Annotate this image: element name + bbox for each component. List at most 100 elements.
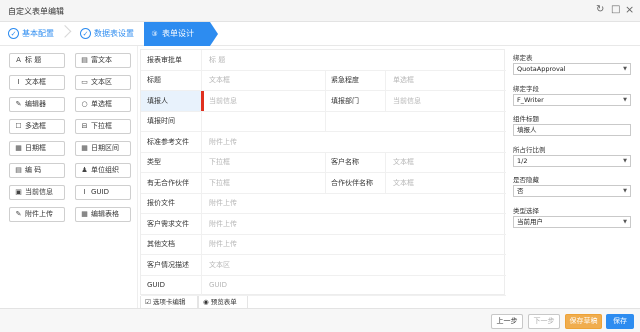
code-icon: ▤ bbox=[15, 166, 22, 174]
step-basic-config[interactable]: ✓ 基本配置 bbox=[8, 22, 68, 46]
form-canvas: 报表审批单标 题标题 文本框 紧急程度 单选框 填报人 当前信息 填报部门 当前信息 填报时间标… bbox=[140, 49, 506, 296]
next-step-button[interactable]: 下一步 bbox=[528, 314, 560, 329]
field-label: 类型 bbox=[147, 158, 161, 167]
property-value: 否 bbox=[517, 187, 524, 195]
dialog-footer: 上一步 下一步 保存草稿 保存 bbox=[0, 308, 640, 332]
chevron-down-icon: ▼ bbox=[623, 96, 627, 103]
toolbox-item[interactable]: ○ 单选框 bbox=[75, 97, 131, 112]
property-label: 类型选择 bbox=[513, 206, 539, 215]
toolbox-item-label: 日期区间 bbox=[91, 144, 119, 152]
step-form-design[interactable]: ③ 表单设计 bbox=[144, 22, 218, 46]
step-number: ③ bbox=[151, 30, 158, 38]
org-icon: ♟ bbox=[81, 166, 88, 174]
toolbox-item[interactable]: ✎ 编辑器 bbox=[9, 97, 65, 112]
window-titlebar: 自定义表单编辑 ↻ □ × bbox=[0, 0, 640, 22]
field-placeholder: 文本框 bbox=[393, 178, 414, 187]
field-placeholder: 当前信息 bbox=[393, 96, 421, 105]
field-placeholder: 下拉框 bbox=[209, 158, 230, 167]
toolbox-item[interactable]: ▦ 日期框 bbox=[9, 141, 65, 156]
field-placeholder: 文本框 bbox=[393, 158, 414, 167]
step-label: 数据表设置 bbox=[94, 29, 134, 38]
toolbox-item[interactable]: ⊟ 下拉框 bbox=[75, 119, 131, 134]
checkbox-icon: ☑ bbox=[145, 298, 151, 306]
form-row[interactable]: 其他文档 附件上传 bbox=[141, 234, 506, 255]
checkbox-icon: ☐ bbox=[15, 122, 22, 130]
property-value: 填报人 bbox=[517, 126, 537, 134]
toolbox-item[interactable]: ♟ 单位组织 bbox=[75, 163, 131, 178]
editor-icon: ✎ bbox=[15, 100, 22, 108]
field-label: GUID bbox=[147, 281, 166, 290]
component-title-input[interactable]: 填报人 bbox=[513, 124, 631, 136]
check-icon: ✓ bbox=[8, 28, 19, 39]
form-row[interactable]: 填报人 当前信息 填报部门 当前信息 bbox=[141, 91, 506, 112]
toolbox-item-label: GUID bbox=[91, 188, 110, 196]
toolbox-item[interactable]: ▣ 当前信息 bbox=[9, 185, 65, 200]
maximize-icon[interactable]: □ bbox=[611, 5, 620, 15]
property-label: 绑定字段 bbox=[513, 84, 539, 93]
toolbox-item-label: 单选框 bbox=[91, 100, 112, 108]
chevron-down-icon: ▼ bbox=[623, 157, 627, 164]
toolbox-item[interactable]: ▭ 文本区 bbox=[75, 75, 131, 90]
chevron-down-icon: ▼ bbox=[623, 188, 627, 194]
close-icon[interactable]: × bbox=[625, 4, 634, 15]
toolbox-item[interactable]: I GUID bbox=[75, 185, 131, 200]
form-row[interactable]: 客户情况描述 文本区 bbox=[141, 255, 506, 276]
toolbox-item-label: 下拉框 bbox=[91, 122, 112, 130]
form-row[interactable]: 标题 文本框 紧急程度 单选框 bbox=[141, 70, 506, 91]
toolbox-item[interactable]: A标 题 bbox=[9, 53, 65, 68]
save-button[interactable]: 保存 bbox=[606, 314, 634, 329]
refresh-icon[interactable]: ↻ bbox=[596, 5, 604, 15]
field-label: 填报时间 bbox=[147, 117, 175, 126]
form-row[interactable]: GUID GUID bbox=[141, 275, 506, 296]
bind-field-select[interactable]: F_Writer ▼ bbox=[513, 93, 631, 106]
property-label: 绑定表 bbox=[513, 54, 533, 62]
type-select[interactable]: 当前用户 ▼ bbox=[513, 215, 631, 228]
row-ratio-select[interactable]: 1/2 ▼ bbox=[513, 154, 631, 167]
form-row[interactable]: 填报时间 bbox=[141, 111, 506, 132]
prev-step-button[interactable]: 上一步 bbox=[491, 314, 523, 329]
field-label: 填报人 bbox=[141, 91, 201, 111]
step-table-settings[interactable]: ✓ 数据表设置 bbox=[80, 22, 144, 46]
form-row[interactable]: 有无合作伙伴 下拉框 合作伙伴名称 文本框 bbox=[141, 173, 506, 194]
toolbox-item-label: 当前信息 bbox=[25, 188, 53, 196]
date-icon: ▦ bbox=[15, 144, 22, 152]
rich-text-icon: ▤ bbox=[81, 56, 88, 64]
toolbox-item-label: 标 题 bbox=[25, 56, 42, 64]
field-label: 客户名称 bbox=[331, 158, 359, 167]
field-placeholder: GUID bbox=[209, 281, 228, 290]
current-info-icon: ▣ bbox=[15, 188, 22, 196]
field-label: 报价文件 bbox=[147, 199, 175, 208]
toolbox-item[interactable]: ☐ 多选框 bbox=[9, 119, 65, 134]
form-row[interactable]: 客户需求文件 附件上传 bbox=[141, 214, 506, 235]
toolbox-item[interactable]: ▦ 编辑表格 bbox=[75, 207, 131, 222]
property-label: 是否隐藏 bbox=[513, 176, 539, 184]
field-placeholder: 标 题 bbox=[209, 55, 226, 64]
form-row[interactable]: 报价文件 附件上传 bbox=[141, 193, 506, 214]
property-value: F_Writer bbox=[517, 95, 544, 104]
date-range-icon: ▦ bbox=[81, 144, 88, 152]
hidden-select[interactable]: 否 ▼ bbox=[513, 185, 631, 197]
field-label: 紧急程度 bbox=[331, 76, 359, 85]
tab-label: 选项卡编辑 bbox=[152, 298, 186, 306]
field-placeholder: 文本框 bbox=[209, 76, 230, 85]
form-row[interactable]: 类型 下拉框 客户名称 文本框 bbox=[141, 152, 506, 173]
toolbox-item[interactable]: ▤ 编 码 bbox=[9, 163, 65, 178]
toolbox-item[interactable]: I 文本框 bbox=[9, 75, 65, 90]
radio-icon: ○ bbox=[81, 100, 88, 108]
step-label: 基本配置 bbox=[22, 29, 54, 38]
property-label: 组件标题 bbox=[513, 115, 539, 123]
toolbox-item-label: 富文本 bbox=[91, 56, 112, 64]
window-title: 自定义表单编辑 bbox=[8, 7, 64, 16]
field-label: 报表审批单 bbox=[147, 55, 182, 64]
toolbox-item[interactable]: ▤ 富文本 bbox=[75, 53, 131, 68]
properties-panel: 绑定表 QuotaApproval ▼ 绑定字段 F_Writer ▼ 组件标题 填报人 所占行… bbox=[510, 46, 636, 308]
toolbox-item[interactable]: ▦ 日期区间 bbox=[75, 141, 131, 156]
save-draft-button[interactable]: 保存草稿 bbox=[565, 314, 602, 329]
bind-table-select[interactable]: QuotaApproval ▼ bbox=[513, 63, 631, 75]
field-placeholder: 单选框 bbox=[393, 76, 414, 85]
form-row[interactable]: 标准参考文件 附件上传 bbox=[141, 132, 506, 153]
form-row[interactable]: 报表审批单 标 题 bbox=[141, 50, 506, 71]
field-label: 标准参考文件 bbox=[147, 137, 189, 146]
field-placeholder bbox=[203, 112, 323, 132]
toolbox-item[interactable]: ✎ 附件上传 bbox=[9, 207, 65, 222]
